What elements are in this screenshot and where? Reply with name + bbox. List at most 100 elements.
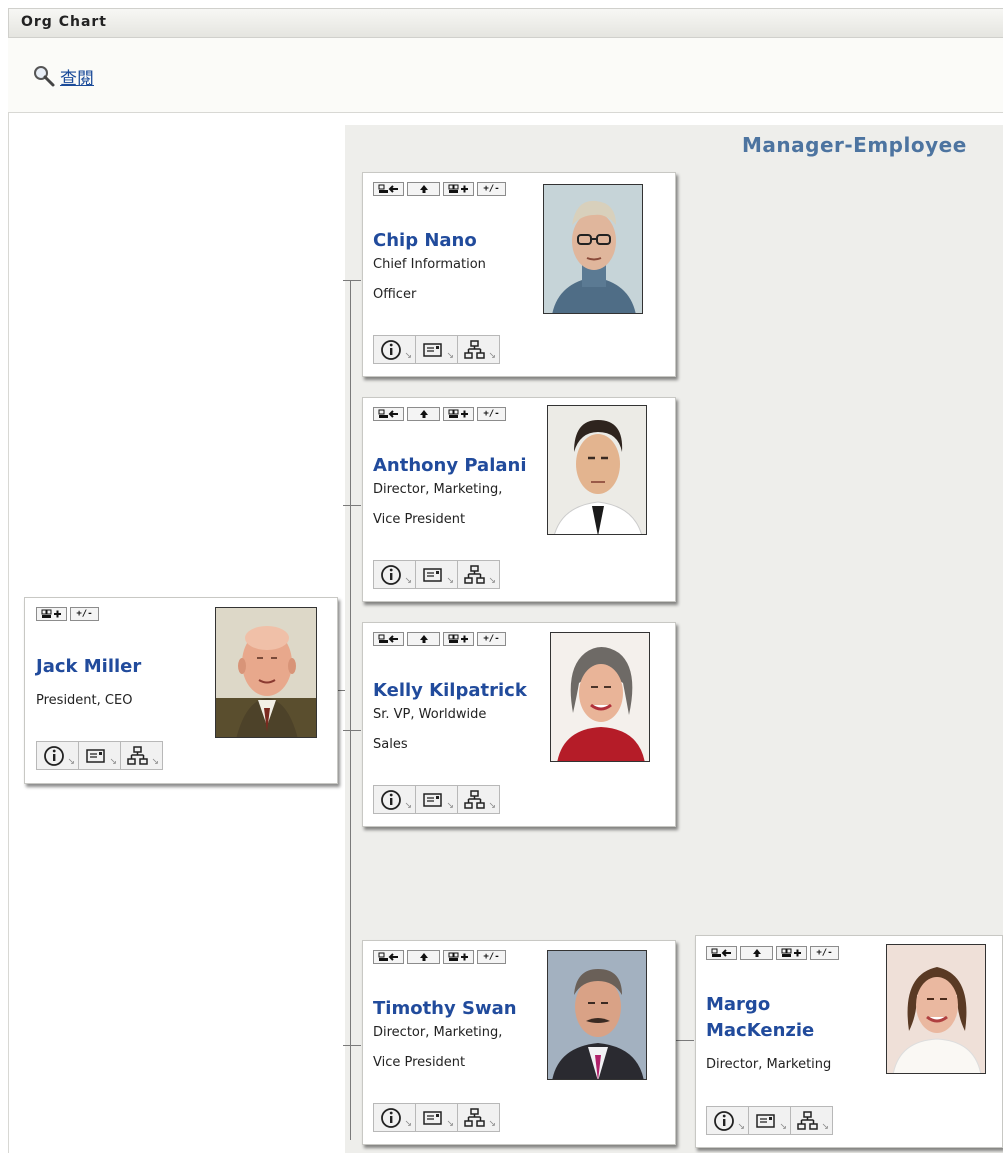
email-button[interactable]: ↘ xyxy=(415,785,458,814)
person-name[interactable]: Jack Miller xyxy=(36,654,141,680)
show-reports-button[interactable] xyxy=(443,950,474,964)
org-chart-button[interactable]: ↘ xyxy=(457,560,500,589)
info-button[interactable]: ↘ xyxy=(373,1103,416,1132)
person-title: Chief Information xyxy=(373,257,486,272)
person-title: Sales xyxy=(373,737,408,752)
connector-margo xyxy=(676,1040,694,1041)
show-manager-button[interactable] xyxy=(373,950,404,964)
up-arrow-icon xyxy=(419,185,428,193)
email-icon xyxy=(86,749,105,763)
org-chart-button[interactable]: ↘ xyxy=(120,741,163,770)
email-button[interactable]: ↘ xyxy=(415,1103,458,1132)
org-chart-button[interactable]: ↘ xyxy=(457,1103,500,1132)
email-icon xyxy=(423,1111,442,1125)
connector-timothy xyxy=(343,1045,361,1046)
show-manager-icon xyxy=(711,948,731,957)
show-manager-icon xyxy=(378,952,398,961)
email-icon xyxy=(756,1114,775,1128)
email-button[interactable]: ↘ xyxy=(748,1106,791,1135)
person-name-first[interactable]: Margo xyxy=(706,992,770,1018)
dropdown-arrow-icon: ↘ xyxy=(67,757,75,767)
person-title: Director, Marketing, xyxy=(373,1025,503,1040)
person-photo xyxy=(215,607,317,738)
org-chart-button[interactable]: ↘ xyxy=(457,335,500,364)
show-manager-button[interactable] xyxy=(373,407,404,421)
info-icon xyxy=(381,790,401,810)
info-icon xyxy=(381,565,401,585)
expand-collapse-button[interactable]: +/- xyxy=(477,632,506,646)
person-title: Vice President xyxy=(373,512,466,527)
show-manager-button[interactable] xyxy=(706,946,737,960)
connector-anthony xyxy=(343,505,361,506)
expand-collapse-button[interactable]: +/- xyxy=(477,407,506,421)
up-level-button[interactable] xyxy=(407,182,440,196)
dropdown-arrow-icon: ↘ xyxy=(404,1119,412,1129)
connector-chip xyxy=(343,280,361,281)
email-button[interactable]: ↘ xyxy=(415,560,458,589)
show-manager-button[interactable] xyxy=(373,182,404,196)
connector-kelly xyxy=(343,730,361,731)
up-arrow-icon xyxy=(419,953,428,961)
person-name[interactable]: Anthony Palani xyxy=(373,453,527,479)
lookup-link[interactable]: 查閱 xyxy=(32,64,94,89)
person-title: Vice President xyxy=(373,1055,466,1070)
show-reports-button[interactable] xyxy=(443,632,474,646)
up-level-button[interactable] xyxy=(407,407,440,421)
person-card-root: +/- Jack Miller President, CEO ↘ ↘ ↘ xyxy=(24,597,338,784)
org-chart-icon xyxy=(464,565,485,584)
person-photo xyxy=(886,944,986,1074)
person-title: Director, Marketing, xyxy=(373,482,503,497)
up-arrow-icon xyxy=(752,949,761,957)
dropdown-arrow-icon: ↘ xyxy=(109,757,117,767)
left-frame-line xyxy=(8,113,9,1153)
show-manager-icon xyxy=(378,409,398,418)
show-reports-button[interactable] xyxy=(36,607,67,621)
info-button[interactable]: ↘ xyxy=(373,560,416,589)
email-button[interactable]: ↘ xyxy=(415,335,458,364)
info-icon xyxy=(381,340,401,360)
org-chart-button[interactable]: ↘ xyxy=(790,1106,833,1135)
show-manager-button[interactable] xyxy=(373,632,404,646)
person-photo xyxy=(547,950,647,1080)
email-icon xyxy=(423,793,442,807)
show-reports-icon xyxy=(448,184,468,193)
person-title: Director, Marketing xyxy=(706,1057,832,1072)
person-title: Officer xyxy=(373,287,417,302)
person-card-report: +/- Kelly Kilpatrick Sr. VP, Worldwide S… xyxy=(362,622,676,827)
info-button[interactable]: ↘ xyxy=(706,1106,749,1135)
expand-collapse-button[interactable]: +/- xyxy=(477,950,506,964)
person-name-last[interactable]: MacKenzie xyxy=(706,1018,814,1044)
person-name[interactable]: Kelly Kilpatrick xyxy=(373,678,527,704)
dropdown-arrow-icon: ↘ xyxy=(446,351,454,361)
person-photo xyxy=(550,632,650,762)
org-chart-icon xyxy=(464,790,485,809)
up-level-button[interactable] xyxy=(407,632,440,646)
email-button[interactable]: ↘ xyxy=(78,741,121,770)
show-reports-button[interactable] xyxy=(443,182,474,196)
up-level-button[interactable] xyxy=(740,946,773,960)
up-level-button[interactable] xyxy=(407,950,440,964)
expand-collapse-button[interactable]: +/- xyxy=(477,182,506,196)
connector-root xyxy=(338,690,345,691)
expand-collapse-button[interactable]: +/- xyxy=(70,607,99,621)
dropdown-arrow-icon: ↘ xyxy=(404,801,412,811)
dropdown-arrow-icon: ↘ xyxy=(779,1122,787,1132)
org-chart-icon xyxy=(797,1111,818,1130)
up-arrow-icon xyxy=(419,635,428,643)
person-title: Sr. VP, Worldwide xyxy=(373,707,487,722)
person-name[interactable]: Timothy Swan xyxy=(373,996,517,1022)
info-button[interactable]: ↘ xyxy=(373,335,416,364)
info-button[interactable]: ↘ xyxy=(373,785,416,814)
show-reports-button[interactable] xyxy=(776,946,807,960)
connector-trunk xyxy=(350,280,351,1140)
show-reports-icon xyxy=(781,948,801,957)
person-name[interactable]: Chip Nano xyxy=(373,228,477,254)
org-chart-icon xyxy=(127,746,148,765)
info-button[interactable]: ↘ xyxy=(36,741,79,770)
expand-collapse-button[interactable]: +/- xyxy=(810,946,839,960)
org-chart-button[interactable]: ↘ xyxy=(457,785,500,814)
person-card-report: +/- Chip Nano Chief Information Officer … xyxy=(362,172,676,377)
person-photo xyxy=(547,405,647,535)
show-manager-icon xyxy=(378,184,398,193)
show-reports-button[interactable] xyxy=(443,407,474,421)
